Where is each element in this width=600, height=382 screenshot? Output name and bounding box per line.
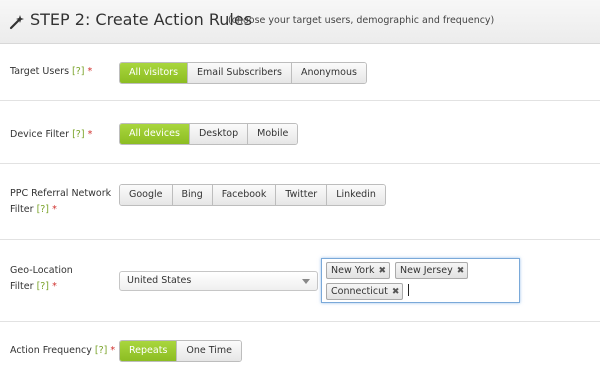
state-tag-new-york: New York ✖	[326, 262, 391, 279]
device-filter-help-link[interactable]: [?]	[72, 129, 84, 140]
device-filter-row: Device Filter [?] * All devices Desktop …	[0, 101, 600, 164]
geo-filter-label-text: Filter	[10, 281, 34, 292]
page-title: STEP 2: Create Action Rules	[30, 10, 253, 29]
ppc-filter-label-line1: PPC Referral Network	[10, 188, 112, 199]
all-devices-button[interactable]: All devices	[120, 124, 190, 144]
bing-button[interactable]: Bing	[172, 185, 213, 205]
required-marker: *	[87, 129, 93, 140]
state-tag-connecticut: Connecticut ✖	[326, 283, 404, 300]
page-subtitle: (choose your target users, demographic a…	[228, 15, 495, 26]
desktop-button[interactable]: Desktop	[189, 124, 249, 144]
device-filter-label-text: Device Filter	[10, 129, 70, 140]
action-frequency-row: Action Frequency [?] * Repeats One Time	[0, 322, 600, 382]
required-marker: *	[52, 281, 57, 292]
anonymous-button[interactable]: Anonymous	[291, 63, 366, 83]
device-filter-label: Device Filter [?] *	[10, 127, 92, 143]
action-frequency-label: Action Frequency [?] *	[10, 343, 115, 359]
required-marker: *	[87, 66, 93, 77]
close-icon[interactable]: ✖	[392, 285, 400, 300]
chevron-down-icon[interactable]	[302, 279, 310, 284]
close-icon[interactable]: ✖	[379, 264, 387, 279]
action-frequency-help-link[interactable]: [?]	[95, 345, 107, 356]
all-visitors-button[interactable]: All visitors	[120, 63, 189, 83]
state-tag-new-jersey: New Jersey ✖	[395, 262, 469, 279]
ppc-filter-row: PPC Referral Network Filter [?] * Google…	[0, 164, 600, 240]
ppc-filter-button-group: Google Bing Facebook Twitter Linkedin	[119, 184, 386, 206]
target-users-row: Target Users [?] * All visitors Email Su…	[0, 45, 600, 101]
country-select[interactable]: United States	[119, 271, 318, 291]
ppc-filter-label: PPC Referral Network Filter [?] *	[10, 186, 111, 218]
repeats-button[interactable]: Repeats	[120, 341, 178, 361]
twitter-button[interactable]: Twitter	[276, 185, 328, 205]
target-users-help-link[interactable]: [?]	[72, 66, 84, 77]
target-users-button-group: All visitors Email Subscribers Anonymous	[119, 62, 367, 84]
target-users-label: Target Users [?] *	[10, 64, 92, 80]
google-button[interactable]: Google	[120, 185, 173, 205]
country-select-value: United States	[127, 275, 192, 286]
ppc-filter-help-link[interactable]: [?]	[37, 204, 49, 215]
states-tag-input[interactable]: New York ✖ New Jersey ✖ Connecticut ✖	[321, 258, 520, 303]
geo-filter-help-link[interactable]: [?]	[37, 281, 49, 292]
geo-filter-label-line1: Geo-Location	[10, 265, 73, 276]
device-filter-button-group: All devices Desktop Mobile	[119, 123, 299, 145]
magic-wand-icon	[9, 15, 24, 30]
required-marker: *	[110, 345, 116, 356]
required-marker: *	[52, 204, 57, 215]
action-frequency-label-text: Action Frequency	[10, 345, 92, 356]
geo-filter-label-line2: Filter [?] *	[10, 279, 73, 295]
email-subscribers-button[interactable]: Email Subscribers	[188, 63, 292, 83]
state-tag-label: New Jersey	[400, 265, 453, 276]
mobile-button[interactable]: Mobile	[248, 124, 298, 144]
action-frequency-button-group: Repeats One Time	[119, 340, 243, 362]
one-time-button[interactable]: One Time	[177, 341, 242, 361]
close-icon[interactable]: ✖	[457, 264, 465, 279]
step-header: STEP 2: Create Action Rules (choose your…	[0, 0, 600, 44]
target-users-label-text: Target Users	[10, 66, 70, 77]
linkedin-button[interactable]: Linkedin	[327, 185, 385, 205]
text-caret	[408, 284, 409, 296]
ppc-filter-label-line2: Filter [?] *	[10, 202, 111, 218]
facebook-button[interactable]: Facebook	[212, 185, 277, 205]
state-tag-label: New York	[331, 265, 375, 276]
ppc-filter-label-text: Filter	[10, 204, 34, 215]
geo-filter-label: Geo-Location Filter [?] *	[10, 263, 73, 295]
state-tag-label: Connecticut	[331, 286, 388, 297]
